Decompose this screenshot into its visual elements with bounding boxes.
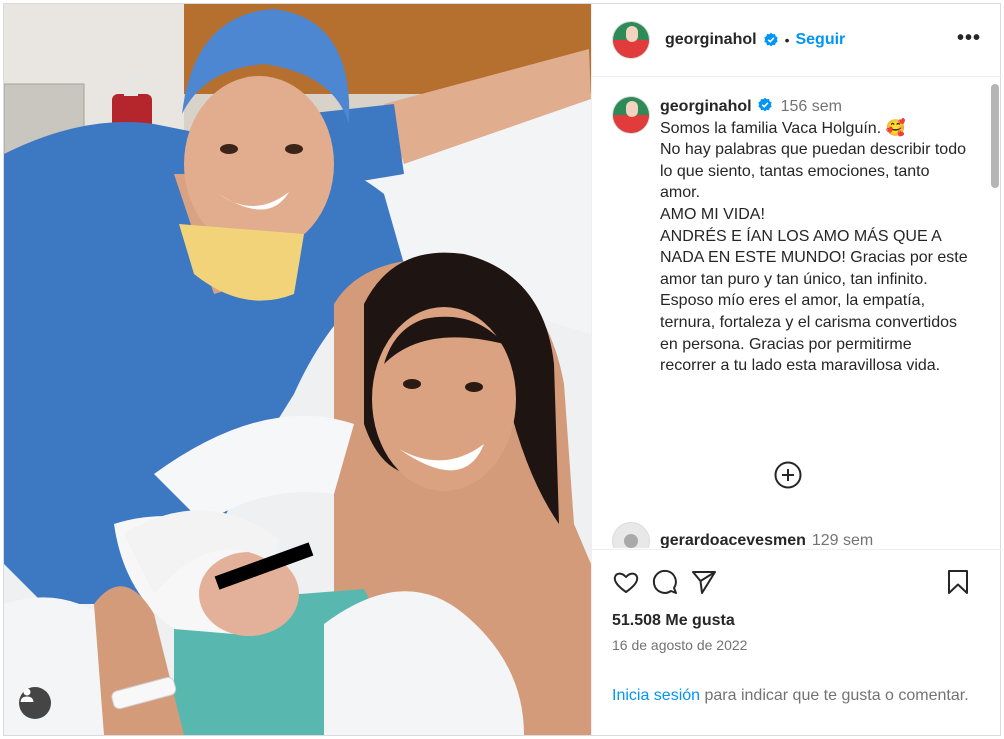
post-actions: 51.508 Me gusta 16 de agosto de 2022 Ini… xyxy=(592,549,1003,735)
author-avatar[interactable] xyxy=(612,21,650,59)
instagram-post: georginahol • Seguir ••• georginahol 156… xyxy=(3,3,1003,736)
caption-text: Somos la familia Vaca Holguín. 🥰 No hay … xyxy=(660,119,968,375)
comments-section[interactable]: georginahol 156 sem Somos la familia Vac… xyxy=(592,78,1003,548)
comments-scrollbar[interactable] xyxy=(991,84,999,188)
more-options-button[interactable]: ••• xyxy=(957,28,981,48)
verified-badge-icon xyxy=(757,97,772,112)
caption-avatar[interactable] xyxy=(612,96,650,134)
post-header: georginahol • Seguir ••• xyxy=(592,4,1003,77)
post-date[interactable]: 16 de agosto de 2022 xyxy=(612,637,747,653)
author-username[interactable]: georginahol xyxy=(665,31,757,49)
comment-icon[interactable] xyxy=(651,568,679,596)
post-photo-illustration xyxy=(4,4,591,735)
post-side-panel: georginahol • Seguir ••• georginahol 156… xyxy=(591,4,1003,735)
login-prompt: Inicia sesión para indicar que te gusta … xyxy=(612,685,972,707)
comment-time[interactable]: 129 sem xyxy=(812,532,873,548)
header-separator: • xyxy=(784,32,790,48)
user-tag-button[interactable] xyxy=(19,687,51,719)
heart-icon[interactable] xyxy=(612,568,640,596)
commenter-avatar[interactable] xyxy=(612,522,650,548)
follow-button[interactable]: Seguir xyxy=(795,31,845,49)
caption-username[interactable]: georginahol xyxy=(660,98,752,115)
bookmark-icon[interactable] xyxy=(944,568,972,596)
caption-body: georginahol 156 sem Somos la familia Vac… xyxy=(660,96,972,377)
user-icon xyxy=(20,688,34,702)
action-icons xyxy=(612,568,983,598)
likes-count[interactable]: 51.508 Me gusta xyxy=(612,612,735,630)
login-link[interactable]: Inicia sesión xyxy=(612,687,700,704)
commenter-username[interactable]: gerardoacevesmen xyxy=(660,532,806,548)
caption: georginahol 156 sem Somos la familia Vac… xyxy=(612,96,972,377)
verified-badge-icon xyxy=(763,32,778,47)
caption-time[interactable]: 156 sem xyxy=(781,98,842,115)
comment-item: gerardoacevesmen 129 sem xyxy=(612,522,873,548)
login-prompt-text: para indicar que te gusta o comentar. xyxy=(700,687,969,704)
paper-plane-icon[interactable] xyxy=(690,568,718,596)
plus-circle-icon[interactable] xyxy=(773,460,803,490)
post-photo[interactable] xyxy=(4,4,591,735)
